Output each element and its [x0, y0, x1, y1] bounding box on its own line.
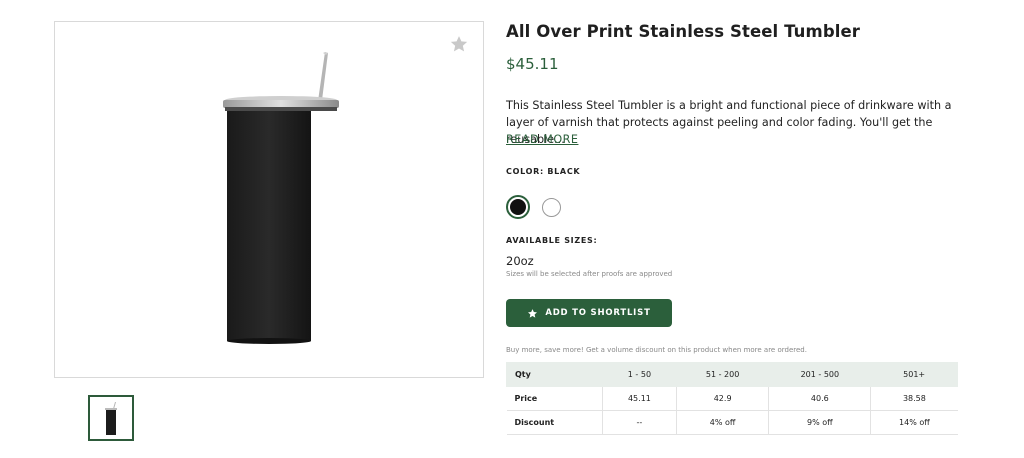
color-swatch-black[interactable] [506, 195, 530, 219]
table-cell: 38.58 [870, 386, 958, 411]
header-cell: Qty [506, 362, 603, 387]
table-cell: 9% off [768, 410, 872, 435]
product-title: All Over Print Stainless Steel Tumbler [506, 22, 861, 41]
add-to-shortlist-button[interactable]: ADD TO SHORTLIST [506, 299, 672, 327]
product-price: $45.11 [506, 55, 559, 73]
sizes-label: AVAILABLE SIZES: [506, 236, 598, 245]
color-swatch-white[interactable] [542, 198, 561, 217]
header-cell: 51 - 200 [675, 362, 770, 387]
main-product-image[interactable] [54, 21, 484, 378]
color-swatches [506, 195, 586, 221]
table-cell: -- [602, 410, 677, 435]
table-cell: 40.6 [768, 386, 872, 411]
pricing-header-row: Qty 1 - 50 51 - 200 201 - 500 501+ [506, 362, 958, 387]
table-cell: 42.9 [676, 386, 770, 411]
pricing-discount-row: Discount -- 4% off 9% off 14% off [506, 410, 958, 435]
table-cell: Price [506, 386, 603, 411]
color-label: COLOR: BLACK [506, 167, 581, 176]
read-more-link[interactable]: READ MORE [506, 133, 578, 146]
bulk-discount-note: Buy more, save more! Get a volume discou… [506, 346, 807, 354]
header-cell: 501+ [870, 362, 958, 387]
star-icon [528, 308, 538, 318]
table-cell: 14% off [870, 410, 958, 435]
shortlist-button-label: ADD TO SHORTLIST [545, 308, 651, 318]
favorite-star-icon[interactable] [449, 34, 469, 54]
thumbnail-1[interactable] [88, 395, 134, 441]
size-value: 20oz [506, 254, 534, 268]
header-cell: 201 - 500 [768, 362, 872, 387]
header-cell: 1 - 50 [602, 362, 677, 387]
volume-pricing-table: Qty 1 - 50 51 - 200 201 - 500 501+ Price… [506, 362, 958, 435]
table-cell: 45.11 [602, 386, 677, 411]
table-cell: Discount [506, 410, 603, 435]
thumbnail-tumbler-image [105, 402, 117, 435]
pricing-price-row: Price 45.11 42.9 40.6 38.58 [506, 386, 958, 411]
tumbler-image [223, 52, 339, 344]
table-cell: 4% off [676, 410, 770, 435]
size-note: Sizes will be selected after proofs are … [506, 270, 673, 278]
